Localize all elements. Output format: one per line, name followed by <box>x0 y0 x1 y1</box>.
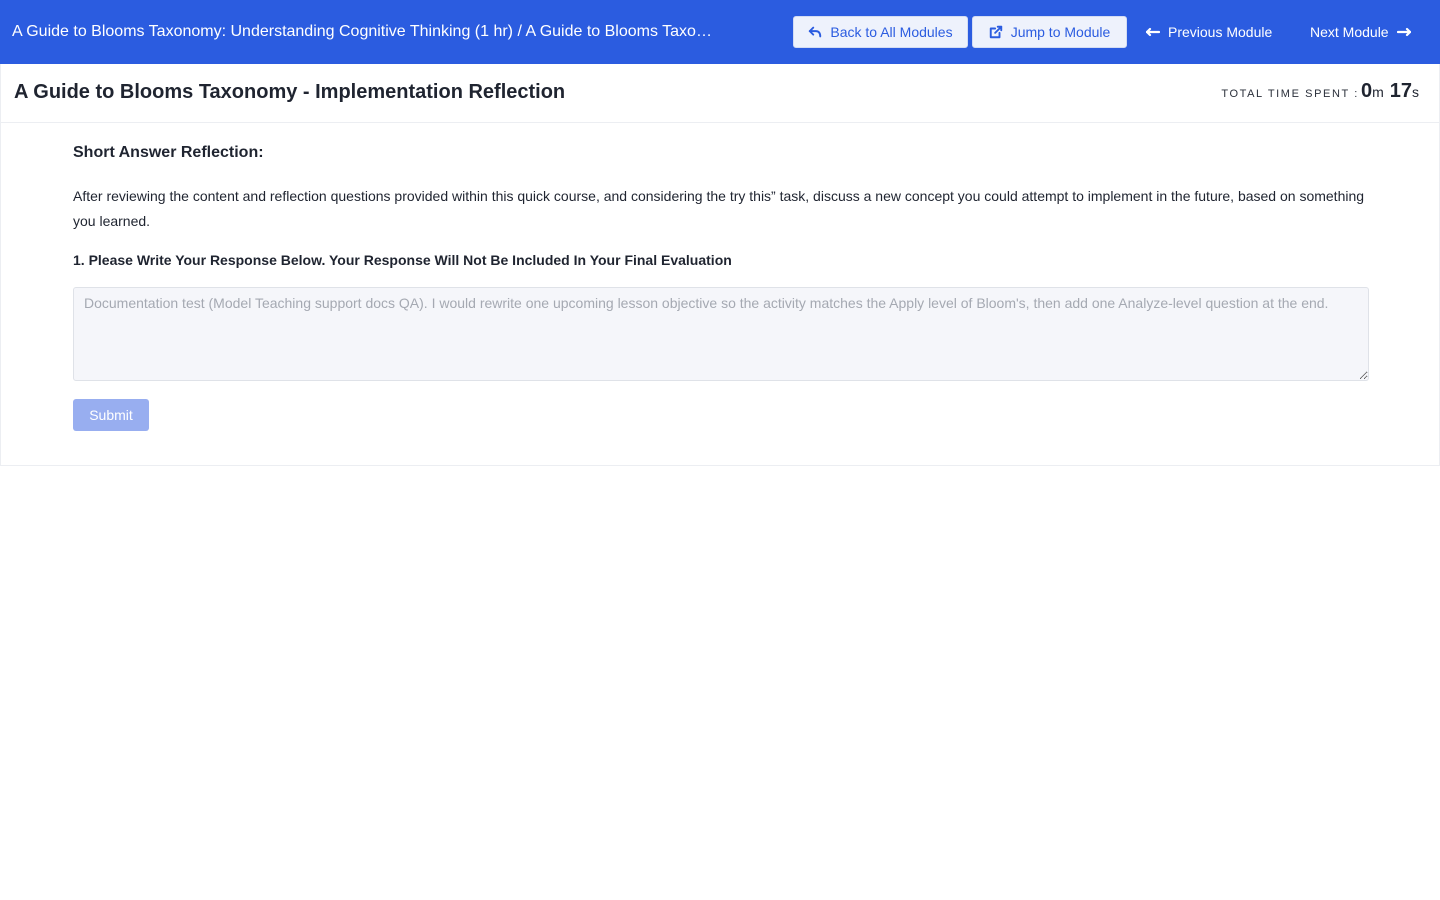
response-textarea[interactable] <box>73 287 1369 381</box>
back-button-label: Back to All Modules <box>830 24 953 40</box>
submit-button[interactable]: Submit <box>73 399 149 431</box>
breadcrumb: A Guide to Blooms Taxonomy: Understandin… <box>12 23 712 40</box>
timer-label: TOTAL TIME SPENT : <box>1221 88 1359 100</box>
module-card: A Guide to Blooms Taxonomy - Implementat… <box>0 64 1440 466</box>
previous-module-link[interactable]: Previous Module <box>1146 16 1272 48</box>
page-title: A Guide to Blooms Taxonomy - Implementat… <box>14 81 566 103</box>
timer-seconds-unit: s <box>1412 84 1419 100</box>
module-header: A Guide to Blooms Taxonomy - Implementat… <box>1 64 1439 123</box>
previous-module-label: Previous Module <box>1168 24 1273 40</box>
jump-button-label: Jump to Module <box>1010 24 1111 40</box>
jump-to-module-button[interactable]: Jump to Module <box>972 16 1127 48</box>
timer-minutes-unit: m <box>1372 84 1384 100</box>
reflection-description: After reviewing the content and reflecti… <box>73 188 1365 229</box>
back-to-all-modules-button[interactable]: Back to All Modules <box>793 16 968 48</box>
external-link-icon <box>989 25 1002 39</box>
question-label: 1. Please Write Your Response Below. You… <box>73 252 732 268</box>
next-module-link[interactable]: Next Module <box>1310 16 1411 48</box>
next-module-label: Next Module <box>1310 24 1389 40</box>
arrow-right-icon <box>1396 27 1411 37</box>
top-navigation-bar: A Guide to Blooms Taxonomy: Understandin… <box>0 0 1440 64</box>
reply-arrow-icon <box>809 26 822 38</box>
timer-seconds: 17 <box>1389 80 1412 102</box>
section-title: Short Answer Reflection: <box>73 144 264 161</box>
timer-minutes: 0 <box>1360 80 1373 102</box>
arrow-left-icon <box>1146 27 1160 37</box>
time-spent-timer: TOTAL TIME SPENT : 0 m 17 s <box>1221 80 1419 103</box>
